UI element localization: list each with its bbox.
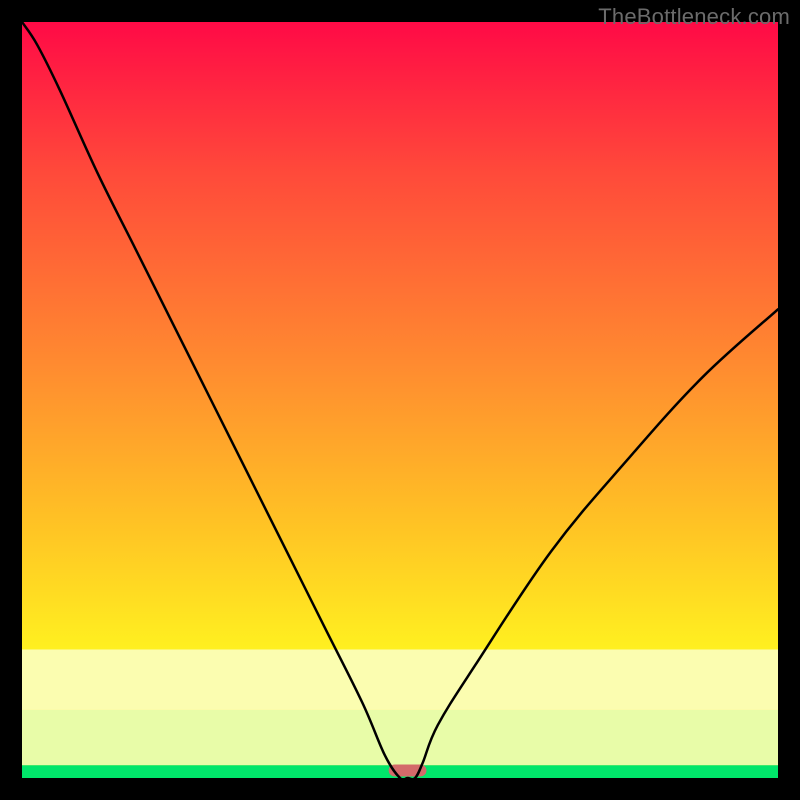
bottom-bands [22,649,778,778]
plot-svg [22,22,778,778]
chart-frame: TheBottleneck.com [0,0,800,800]
pale-green-band [22,710,778,765]
watermark-text: TheBottleneck.com [598,4,790,30]
plot-area [22,22,778,778]
pale-yellow-band [22,649,778,709]
